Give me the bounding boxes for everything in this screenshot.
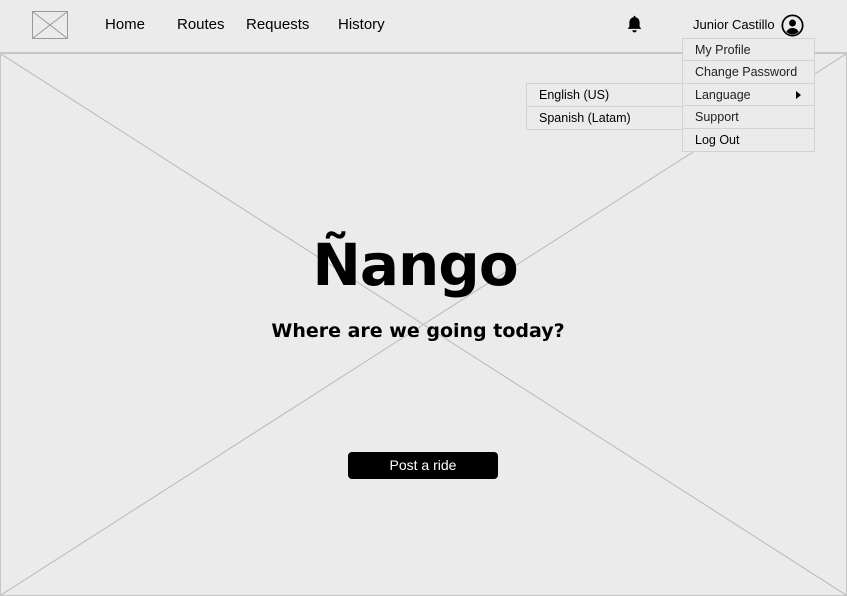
nav-link-routes[interactable]: Routes — [177, 16, 225, 34]
menu-item-my-profile[interactable]: My Profile — [683, 39, 814, 62]
language-option-spanish-latam[interactable]: Spanish (Latam) — [527, 107, 682, 130]
menu-item-change-password[interactable]: Change Password — [683, 61, 814, 84]
brand-title: Ñango — [312, 231, 518, 299]
user-name[interactable]: Junior Castillo — [693, 17, 775, 33]
user-dropdown-menu: My Profile Change Password Language Supp… — [682, 38, 815, 152]
logo-placeholder-icon[interactable] — [32, 11, 68, 39]
hero-tagline: Where are we going today? — [271, 320, 565, 342]
bell-icon[interactable] — [625, 15, 644, 34]
menu-item-support[interactable]: Support — [683, 106, 814, 129]
menu-item-log-out[interactable]: Log Out — [683, 129, 814, 151]
menu-item-language-label: Language — [695, 87, 751, 102]
user-circle-icon[interactable] — [781, 14, 804, 37]
nav-link-history[interactable]: History — [338, 16, 385, 34]
menu-item-language[interactable]: Language — [683, 84, 814, 107]
language-submenu: English (US) Spanish (Latam) — [526, 83, 683, 130]
language-option-english-us[interactable]: English (US) — [527, 84, 682, 107]
nav-link-home[interactable]: Home — [105, 16, 145, 34]
nav-link-requests[interactable]: Requests — [246, 16, 309, 34]
caret-right-icon — [796, 90, 801, 99]
post-a-ride-button[interactable]: Post a ride — [348, 452, 498, 479]
